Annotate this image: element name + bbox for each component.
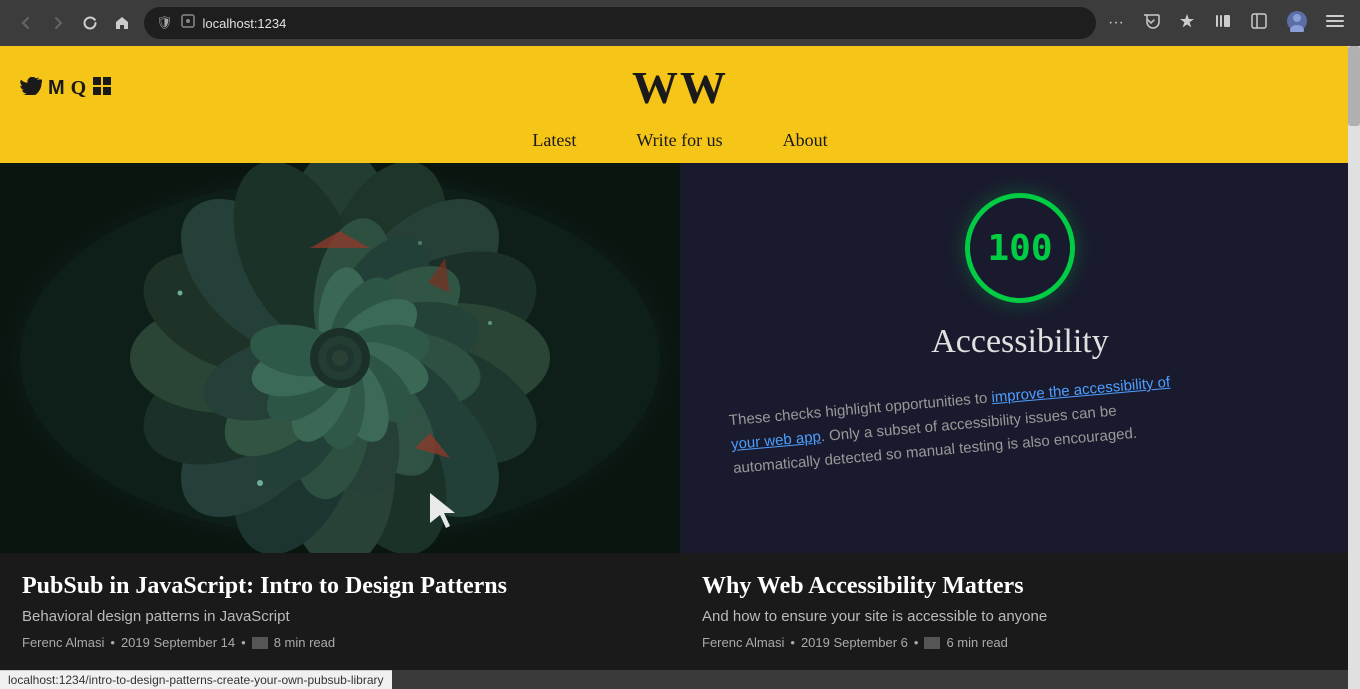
website: M Q WW	[0, 46, 1360, 670]
twitter-icon[interactable]	[20, 77, 42, 100]
accessibility-text: These checks highlight opportunities to …	[728, 357, 1332, 481]
profile-button[interactable]	[1282, 6, 1312, 41]
home-button[interactable]	[108, 9, 136, 37]
article-meta-2: Ferenc Almasi • 2019 September 6 • 6 min…	[702, 635, 1338, 650]
nav-about[interactable]: About	[783, 130, 828, 151]
star-button[interactable]	[1174, 8, 1200, 39]
article-card-1[interactable]: PubSub in JavaScript: Intro to Design Pa…	[0, 163, 680, 670]
browser-toolbar: 🛡 localhost:1234 ···	[0, 0, 1360, 46]
bullet-1: •	[110, 635, 115, 650]
date-1: 2019 September 14	[121, 635, 235, 650]
read-time-1: 8 min read	[274, 635, 335, 650]
bullet-2: •	[241, 635, 246, 650]
book-icon-2	[924, 637, 940, 649]
pocket-button[interactable]	[1138, 8, 1164, 39]
menu-button[interactable]	[1322, 8, 1348, 39]
article-info-2: Why Web Accessibility Matters And how to…	[680, 553, 1360, 670]
status-bar: localhost:1234/intro-to-design-patterns-…	[0, 670, 392, 689]
forward-button[interactable]	[44, 9, 72, 37]
quora-icon[interactable]: Q	[71, 77, 87, 100]
scrollbar-thumb[interactable]	[1348, 46, 1360, 126]
score-circle: 100	[965, 193, 1075, 303]
article-meta-1: Ferenc Almasi • 2019 September 14 • 8 mi…	[22, 635, 658, 650]
browser-chrome: 🛡 localhost:1234 ···	[0, 0, 1360, 689]
browser-actions: ···	[1104, 6, 1348, 41]
reload-button[interactable]	[76, 9, 104, 37]
grid-icon[interactable]	[92, 76, 112, 101]
article-title-1: PubSub in JavaScript: Intro to Design Pa…	[22, 571, 658, 602]
page-wrapper: 🛡 localhost:1234 ···	[0, 0, 1360, 689]
medium-icon[interactable]: M	[48, 77, 65, 100]
nav-latest[interactable]: Latest	[532, 130, 576, 151]
article-info-1: PubSub in JavaScript: Intro to Design Pa…	[0, 553, 680, 670]
succulent-image	[0, 163, 680, 553]
book-icon-1	[252, 637, 268, 649]
article-image-2: 100 Accessibility These checks highlight…	[680, 163, 1360, 553]
back-button[interactable]	[12, 9, 40, 37]
bullet-4: •	[914, 635, 919, 650]
read-time-2: 6 min read	[946, 635, 1007, 650]
page-icon	[181, 14, 195, 32]
accessibility-title: Accessibility	[931, 323, 1109, 361]
bullet-3: •	[790, 635, 795, 650]
article-subtitle-1: Behavioral design patterns in JavaScript	[22, 608, 658, 625]
social-icons: M Q	[20, 76, 112, 101]
articles-grid: PubSub in JavaScript: Intro to Design Pa…	[0, 163, 1360, 670]
site-header: M Q WW	[0, 46, 1360, 163]
more-button[interactable]: ···	[1104, 10, 1128, 36]
author-2: Ferenc Almasi	[702, 635, 784, 650]
site-logo[interactable]: WW	[632, 65, 728, 111]
article-image-1	[0, 163, 680, 553]
status-url: localhost:1234/intro-to-design-patterns-…	[8, 673, 384, 687]
address-bar[interactable]: 🛡 localhost:1234	[144, 7, 1096, 39]
sidepanel-button[interactable]	[1246, 8, 1272, 39]
article-subtitle-2: And how to ensure your site is accessibl…	[702, 608, 1338, 625]
article-card-2[interactable]: 100 Accessibility These checks highlight…	[680, 163, 1360, 670]
nav-write[interactable]: Write for us	[636, 130, 722, 151]
article-title-2: Why Web Accessibility Matters	[702, 571, 1338, 602]
nav-buttons	[12, 9, 136, 37]
site-nav: Latest Write for us About	[0, 116, 1360, 163]
scrollbar[interactable]	[1348, 46, 1360, 689]
header-top: M Q WW	[0, 46, 1360, 116]
date-2: 2019 September 6	[801, 635, 908, 650]
security-icon: 🛡	[156, 15, 173, 31]
accessibility-image: 100 Accessibility These checks highlight…	[680, 163, 1360, 553]
url-text: localhost:1234	[203, 16, 287, 31]
author-1: Ferenc Almasi	[22, 635, 104, 650]
library-button[interactable]	[1210, 8, 1236, 39]
